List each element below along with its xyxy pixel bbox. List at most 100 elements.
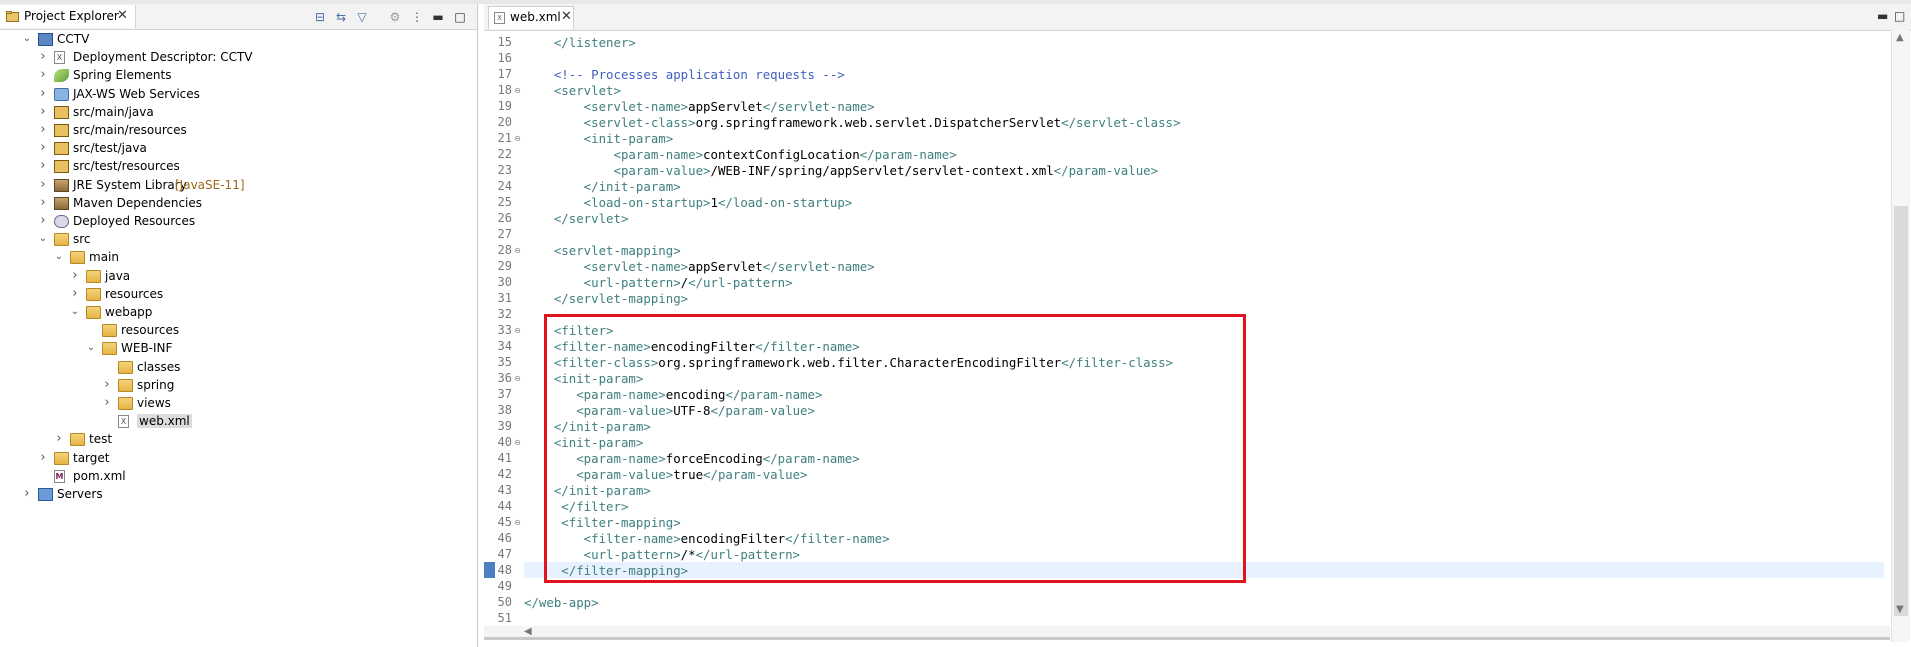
- fold-collapse-icon[interactable]: ⊖: [514, 375, 522, 383]
- editor-tab-label: web.xml: [510, 10, 561, 24]
- tree-item[interactable]: › views: [0, 395, 477, 413]
- fold-collapse-icon[interactable]: ⊖: [514, 439, 522, 447]
- collapsed-chevron-icon[interactable]: ›: [38, 86, 48, 101]
- collapsed-chevron-icon[interactable]: ›: [38, 68, 48, 82]
- code-line: <load-on-startup>1</load-on-startup>: [524, 195, 853, 210]
- fold-collapse-icon[interactable]: ⊖: [514, 247, 522, 255]
- close-editor-icon[interactable]: ✕: [561, 9, 572, 24]
- expanded-chevron-icon[interactable]: ⌄: [22, 32, 32, 46]
- tree-item[interactable]: › Servers: [0, 486, 477, 504]
- tree-item[interactable]: › test: [0, 431, 477, 449]
- expanded-chevron-icon[interactable]: ⌄: [38, 232, 48, 246]
- collapsed-chevron-icon[interactable]: ›: [22, 487, 32, 501]
- tree-item[interactable]: › JAX-WS Web Services: [0, 86, 477, 104]
- tree-item-label: target: [73, 450, 110, 465]
- tree-item[interactable]: ⌄ src: [0, 231, 477, 249]
- scroll-down-icon[interactable]: ▼: [1896, 604, 1904, 615]
- collapsed-chevron-icon[interactable]: ›: [38, 50, 48, 64]
- tree-item[interactable]: › src/test/resources: [0, 158, 477, 176]
- horizontal-scroll-track[interactable]: [484, 637, 1890, 640]
- tree-item[interactable]: › java: [0, 268, 477, 286]
- project-explorer-tab[interactable]: Project Explorer ✕: [0, 5, 136, 28]
- collapsed-chevron-icon[interactable]: ›: [38, 214, 48, 228]
- tree-item[interactable]: › src/main/resources: [0, 122, 477, 140]
- tree-item-label: src/main/resources: [73, 123, 187, 137]
- fold-collapse-icon[interactable]: ⊖: [514, 87, 522, 95]
- xml-text: 1: [710, 195, 718, 210]
- minimize-view-icon[interactable]: ▬: [430, 9, 446, 25]
- tree-item[interactable]: › target: [0, 450, 477, 468]
- collapsed-chevron-icon[interactable]: ›: [38, 141, 48, 155]
- scroll-left-icon[interactable]: ◀: [524, 626, 532, 637]
- collapsed-chevron-icon[interactable]: ›: [38, 177, 48, 192]
- collapsed-chevron-icon[interactable]: ›: [38, 159, 48, 173]
- highlight-box: [544, 314, 1246, 583]
- code-line: </web-app>: [524, 595, 599, 610]
- xml-tag: <servlet>: [524, 83, 621, 98]
- tree-item[interactable]: ⌄ WEB-INF: [0, 340, 477, 358]
- expanded-chevron-icon[interactable]: ⌄: [54, 250, 64, 264]
- tree-item[interactable]: Mpom.xml: [0, 468, 477, 486]
- tree-item-label: Maven Dependencies: [73, 195, 203, 210]
- tree-item[interactable]: ⌄ main: [0, 249, 477, 267]
- collapsed-chevron-icon[interactable]: ›: [38, 104, 48, 119]
- fold-collapse-icon[interactable]: ⊖: [514, 135, 522, 143]
- tree-item[interactable]: › spring: [0, 377, 477, 395]
- line-number: 23: [497, 163, 512, 177]
- focus-icon[interactable]: ⚙: [387, 9, 403, 25]
- collapsed-chevron-icon[interactable]: ›: [70, 286, 80, 301]
- tree-item[interactable]: resources: [0, 322, 477, 340]
- collapsed-chevron-icon[interactable]: ›: [102, 396, 112, 410]
- tree-item[interactable]: › Maven Dependencies: [0, 195, 477, 213]
- expanded-chevron-icon[interactable]: ⌄: [70, 305, 80, 319]
- collapsed-chevron-icon[interactable]: ›: [38, 195, 48, 210]
- vertical-scroll-thumb[interactable]: [1894, 206, 1908, 616]
- fold-collapse-icon[interactable]: ⊖: [514, 519, 522, 527]
- tree-item[interactable]: › X Deployment Descriptor: CCTV: [0, 49, 477, 67]
- tree-item-label: src/main/java: [73, 104, 154, 119]
- tree-item[interactable]: ⌄ webapp: [0, 304, 477, 322]
- xml-text: /: [680, 275, 689, 290]
- xml-tag: <param-name>: [524, 147, 704, 162]
- xml-tag: </servlet-mapping>: [524, 291, 689, 306]
- library-icon: [54, 178, 69, 192]
- collapse-all-icon[interactable]: ⊟: [312, 9, 328, 25]
- line-number: 17: [497, 67, 512, 81]
- fold-collapse-icon[interactable]: ⊖: [514, 327, 522, 335]
- close-view-icon[interactable]: ✕: [117, 8, 128, 23]
- editor-tab-web-xml[interactable]: X web.xml ✕: [488, 6, 574, 29]
- maximize-editor-icon[interactable]: □: [1894, 9, 1905, 23]
- tree-item-label: webapp: [105, 305, 153, 319]
- line-number: 44: [497, 499, 512, 513]
- xml-tag: </servlet>: [524, 211, 629, 226]
- tree-item[interactable]: Xweb.xml: [0, 413, 477, 431]
- horizontal-scrollbar[interactable]: ◀: [484, 626, 1890, 640]
- expanded-chevron-icon[interactable]: ⌄: [86, 341, 96, 355]
- xml-text: appServlet: [688, 259, 763, 274]
- maximize-view-icon[interactable]: □: [452, 9, 468, 25]
- tree-item[interactable]: › Spring Elements: [0, 67, 477, 85]
- minimize-editor-icon[interactable]: ▬: [1877, 9, 1888, 23]
- scroll-up-icon[interactable]: ▲: [1896, 32, 1904, 43]
- tree-item[interactable]: › src/main/java: [0, 104, 477, 122]
- line-number-ruler: 15 16 17 18 ⊖ 19 20 21 ⊖ 22 23 24 25 26 27 28 ⊖ 29 30 31 32 3…: [484, 34, 524, 634]
- collapsed-chevron-icon[interactable]: ›: [70, 268, 80, 283]
- vertical-scrollbar[interactable]: ▲ ▼: [1891, 30, 1910, 642]
- tree-item[interactable]: › JRE System Library [JavaSE-11]: [0, 177, 477, 195]
- collapsed-chevron-icon[interactable]: ›: [38, 450, 48, 465]
- code-line: <param-name>contextConfigLocation</param…: [524, 147, 957, 162]
- collapsed-chevron-icon[interactable]: ›: [38, 123, 48, 137]
- view-menu-icon[interactable]: ⋮: [409, 9, 425, 25]
- xml-text: org.springframework.web.servlet.Dispatch…: [695, 115, 1062, 130]
- collapsed-chevron-icon[interactable]: ›: [54, 432, 64, 446]
- source-folder-icon: [54, 142, 69, 156]
- tree-item[interactable]: › resources: [0, 286, 477, 304]
- collapsed-chevron-icon[interactable]: ›: [102, 377, 112, 392]
- filter-icon[interactable]: ▽: [354, 9, 370, 25]
- tree-item[interactable]: classes: [0, 359, 477, 377]
- tree-item[interactable]: › Deployed Resources: [0, 213, 477, 231]
- link-with-editor-icon[interactable]: ⇆: [333, 9, 349, 25]
- tree-item[interactable]: › src/test/java: [0, 140, 477, 158]
- tree-item[interactable]: ⌄ CCTV: [0, 31, 477, 49]
- xml-tag: </listener>: [524, 35, 636, 50]
